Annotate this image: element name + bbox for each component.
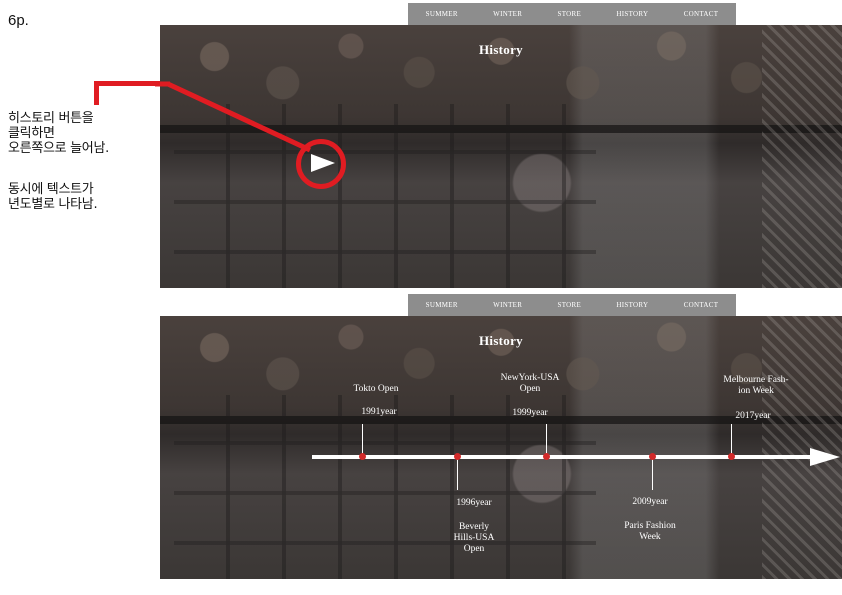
nav-item-winter[interactable]: WINTER bbox=[493, 301, 522, 309]
annotation-block-2: 동시에 텍스트가 년도별로 나타남. bbox=[8, 182, 98, 212]
nav-item-summer[interactable]: SUMMER bbox=[426, 301, 458, 309]
history-expand-play-icon[interactable] bbox=[311, 154, 335, 172]
annotation-line: 년도별로 나타남. bbox=[8, 197, 98, 212]
page-number: 6p. bbox=[8, 12, 29, 29]
top-nav-bar: SUMMER WINTER STORE HISTORY CONTACT bbox=[408, 3, 736, 25]
timeline-tick bbox=[362, 424, 363, 455]
window-lattice bbox=[762, 25, 842, 288]
history-title: History bbox=[479, 42, 523, 57]
history-title: History bbox=[479, 333, 523, 348]
annotation-block-1: 히스토리 버튼을 클릭하면 오른쪽으로 늘어남. bbox=[8, 111, 109, 156]
nav-item-contact[interactable]: CONTACT bbox=[684, 10, 719, 18]
timeline-year-label: 1999year bbox=[512, 408, 548, 418]
nav-item-summer[interactable]: SUMMER bbox=[426, 10, 458, 18]
annotation-line: 히스토리 버튼을 bbox=[8, 111, 94, 126]
nav-item-store[interactable]: STORE bbox=[558, 10, 582, 18]
nav-item-history[interactable]: HISTORY bbox=[616, 10, 648, 18]
timeline-year-label: 1996year bbox=[456, 498, 492, 508]
timeline-dot bbox=[454, 453, 461, 460]
timeline-tick bbox=[652, 458, 653, 490]
timeline-dot bbox=[649, 453, 656, 460]
nav-item-winter[interactable]: WINTER bbox=[493, 10, 522, 18]
timeline-dot bbox=[359, 453, 366, 460]
timeline-dot bbox=[728, 453, 735, 460]
annotation-line: 오른쪽으로 늘어남. bbox=[8, 141, 109, 156]
nav-item-contact[interactable]: CONTACT bbox=[684, 301, 719, 309]
nav-item-history[interactable]: HISTORY bbox=[616, 301, 648, 309]
timeline-event-label: Beverly Hills-USA Open bbox=[453, 522, 495, 554]
timeline-event-label: Paris Fashion Week bbox=[624, 521, 676, 542]
timeline-arrow bbox=[312, 448, 840, 466]
timeline-year-label: 2017year bbox=[735, 411, 771, 421]
nav-item-store[interactable]: STORE bbox=[558, 301, 582, 309]
timeline-tick bbox=[546, 424, 547, 455]
timeline-event-label: Tokto Open bbox=[353, 384, 399, 394]
timeline-year-label: 2009year bbox=[632, 497, 668, 507]
timeline-event-label: NewYork-USA Open bbox=[500, 373, 560, 394]
bottom-nav-bar: SUMMER WINTER STORE HISTORY CONTACT bbox=[408, 294, 736, 316]
timeline-dot bbox=[543, 453, 550, 460]
timeline-tick bbox=[731, 424, 732, 455]
timeline-event-label: Melbourne Fash- ion Week bbox=[723, 375, 789, 396]
annotation-line: 클릭하면 bbox=[8, 126, 55, 141]
annotation-line: 동시에 텍스트가 bbox=[8, 182, 94, 197]
timeline-year-label: 1991year bbox=[361, 407, 397, 417]
timeline-tick bbox=[457, 458, 458, 490]
